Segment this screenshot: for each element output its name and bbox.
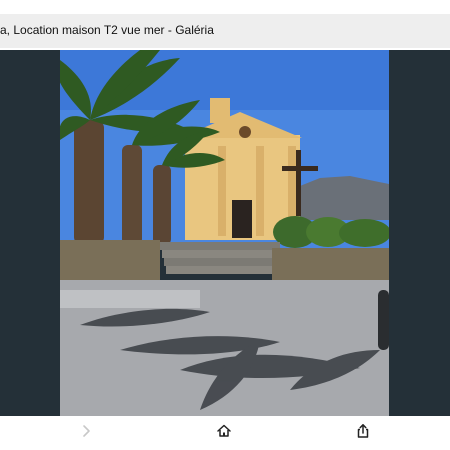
forward-button[interactable] <box>78 423 94 444</box>
bottom-toolbar <box>0 416 450 450</box>
home-icon <box>216 423 232 444</box>
home-button[interactable] <box>216 423 232 444</box>
share-icon <box>355 423 371 444</box>
page-title: a, Location maison T2 vue mer - Galéria <box>0 23 214 37</box>
browser-header: a, Location maison T2 vue mer - Galéria <box>0 0 450 50</box>
gallery-photo[interactable] <box>60 50 389 416</box>
chevron-right-icon <box>78 423 94 444</box>
share-button[interactable] <box>355 423 371 444</box>
